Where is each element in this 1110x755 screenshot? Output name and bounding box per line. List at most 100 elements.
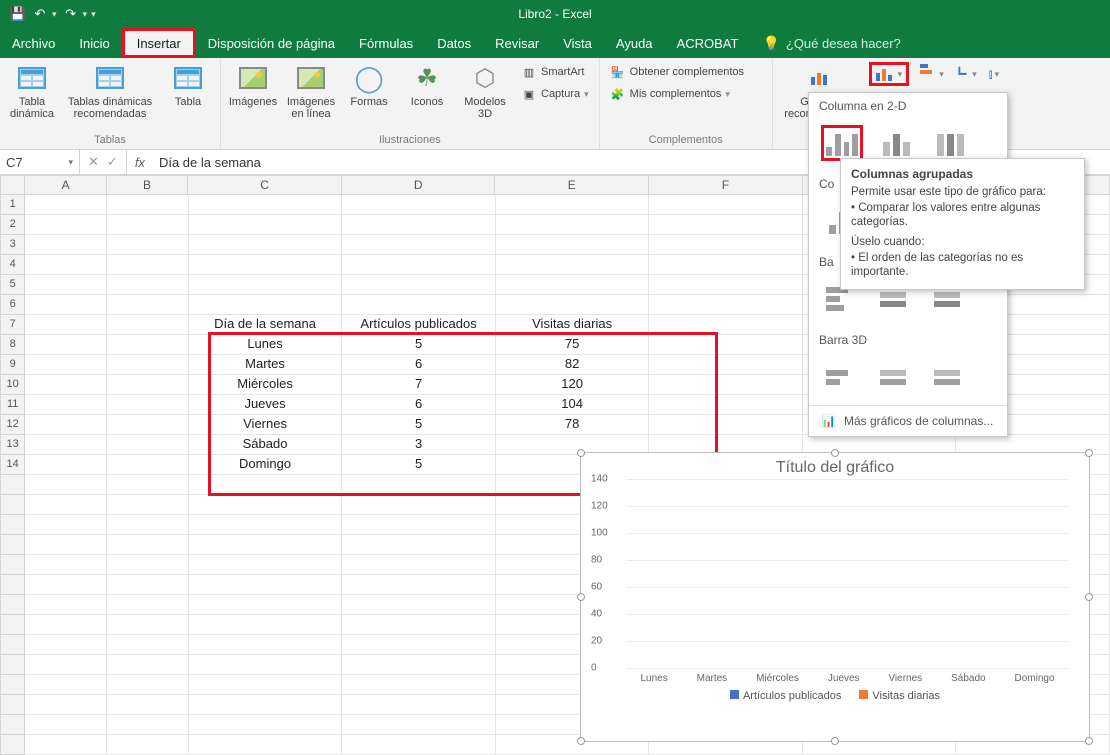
cell[interactable]	[342, 695, 496, 715]
online-images-button[interactable]: Imágenes en línea	[285, 62, 337, 120]
cell[interactable]	[189, 475, 343, 495]
cell[interactable]	[342, 275, 496, 295]
tab-insertar[interactable]: Insertar	[122, 28, 196, 58]
cell[interactable]	[342, 475, 496, 495]
cell[interactable]	[496, 255, 650, 275]
cell[interactable]	[189, 235, 343, 255]
cell[interactable]	[107, 455, 189, 475]
cell[interactable]	[107, 715, 189, 735]
row-header[interactable]: 7	[0, 315, 25, 335]
cell[interactable]	[649, 295, 803, 315]
cell[interactable]	[25, 495, 107, 515]
cell[interactable]	[107, 495, 189, 515]
row-header[interactable]	[0, 695, 25, 715]
undo-icon[interactable]: ↶	[32, 6, 48, 22]
col-header[interactable]: F	[649, 175, 803, 195]
tell-me-search[interactable]: 💡 ¿Qué desea hacer?	[762, 28, 900, 58]
cell[interactable]	[189, 715, 343, 735]
cell[interactable]	[649, 315, 803, 335]
row-header[interactable]	[0, 535, 25, 555]
chevron-down-icon[interactable]: ▾	[52, 9, 57, 20]
tab-ayuda[interactable]: Ayuda	[604, 28, 665, 58]
cell[interactable]	[25, 395, 107, 415]
row-header[interactable]: 3	[0, 235, 25, 255]
cell[interactable]	[649, 255, 803, 275]
cell[interactable]	[107, 375, 189, 395]
bar3d-option-1[interactable]	[821, 359, 863, 395]
cell[interactable]: 75	[496, 335, 650, 355]
cell[interactable]	[342, 675, 496, 695]
images-button[interactable]: Imágenes	[227, 62, 279, 108]
tab-acrobat[interactable]: ACROBAT	[665, 28, 751, 58]
cell[interactable]	[107, 615, 189, 635]
cell[interactable]	[189, 295, 343, 315]
cell[interactable]	[25, 235, 107, 255]
cell[interactable]	[649, 195, 803, 215]
row-header[interactable]: 5	[0, 275, 25, 295]
cell[interactable]	[342, 635, 496, 655]
cell[interactable]	[25, 555, 107, 575]
cell[interactable]	[107, 295, 189, 315]
cell[interactable]	[107, 555, 189, 575]
get-addins-button[interactable]: 🏪Obtener complementos	[606, 62, 766, 82]
col-header[interactable]: A	[25, 175, 106, 195]
cell[interactable]	[342, 295, 496, 315]
cell[interactable]	[342, 735, 496, 755]
cell[interactable]	[189, 515, 343, 535]
cell[interactable]	[107, 275, 189, 295]
col-header[interactable]: B	[107, 175, 188, 195]
cell[interactable]: Día de la semana	[189, 315, 343, 335]
icons-button[interactable]: ☘Iconos	[401, 62, 453, 108]
cell[interactable]	[107, 635, 189, 655]
cell[interactable]	[649, 395, 803, 415]
stacked-column-option[interactable]	[875, 125, 917, 161]
cell[interactable]	[25, 195, 107, 215]
cell[interactable]: 6	[342, 355, 496, 375]
cell[interactable]	[189, 555, 343, 575]
row-header[interactable]	[0, 655, 25, 675]
cell[interactable]	[342, 515, 496, 535]
row-header[interactable]	[0, 715, 25, 735]
col-header[interactable]: C	[188, 175, 342, 195]
cell[interactable]: Viernes	[189, 415, 343, 435]
cell[interactable]	[496, 195, 650, 215]
cell[interactable]: 104	[496, 395, 650, 415]
cell[interactable]	[342, 195, 496, 215]
cell[interactable]	[496, 215, 650, 235]
cell[interactable]	[342, 615, 496, 635]
cell[interactable]	[107, 415, 189, 435]
cell[interactable]	[189, 215, 343, 235]
cell[interactable]	[189, 195, 343, 215]
pivot-table-button[interactable]: Tabla dinámica	[6, 62, 58, 120]
cell[interactable]	[25, 735, 107, 755]
cell[interactable]	[649, 415, 803, 435]
cell[interactable]	[189, 535, 343, 555]
row-header[interactable]: 8	[0, 335, 25, 355]
cell[interactable]	[189, 495, 343, 515]
table-button[interactable]: Tabla	[162, 62, 214, 108]
cell[interactable]	[25, 715, 107, 735]
cell[interactable]: 3	[342, 435, 496, 455]
cell[interactable]: Miércoles	[189, 375, 343, 395]
cell[interactable]	[342, 255, 496, 275]
cell[interactable]	[107, 195, 189, 215]
row-header[interactable]	[0, 675, 25, 695]
fx-label[interactable]: fx	[127, 150, 153, 174]
cell[interactable]	[25, 315, 107, 335]
cell[interactable]	[25, 275, 107, 295]
cell[interactable]: Jueves	[189, 395, 343, 415]
cell[interactable]	[649, 355, 803, 375]
cell[interactable]	[25, 575, 107, 595]
chart-plot-area[interactable]: 020406080100120140	[626, 479, 1069, 669]
row-header[interactable]: 6	[0, 295, 25, 315]
cell[interactable]: Martes	[189, 355, 343, 375]
models3d-button[interactable]: ⬡Modelos 3D	[459, 62, 511, 120]
row-header[interactable]: 13	[0, 435, 25, 455]
cell[interactable]	[107, 535, 189, 555]
row-header[interactable]	[0, 475, 25, 495]
cell[interactable]: 7	[342, 375, 496, 395]
cell[interactable]	[107, 695, 189, 715]
cell[interactable]: Sábado	[189, 435, 343, 455]
cell[interactable]	[107, 235, 189, 255]
column-chart-button[interactable]: ▾	[869, 62, 910, 86]
